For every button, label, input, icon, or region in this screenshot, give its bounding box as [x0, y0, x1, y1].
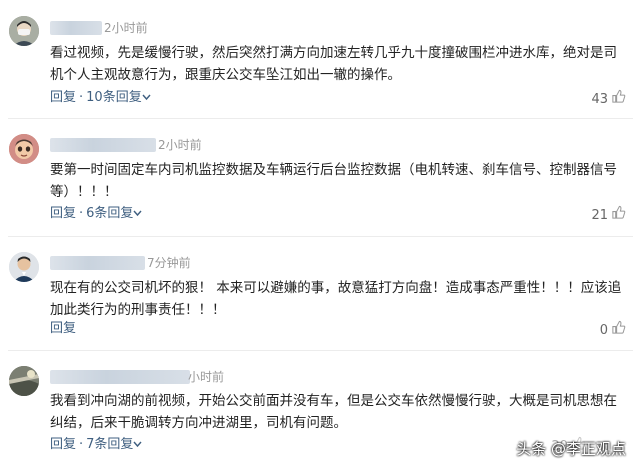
- divider: [8, 118, 633, 119]
- chevron-down-icon: [133, 205, 142, 223]
- username-blurred[interactable]: [50, 370, 190, 384]
- source-watermark: 头条 @李正观点: [516, 440, 626, 458]
- comment-text: 看过视频，先是缓慢行驶，然后突然打满方向加速左转几乎九十度撞破围栏冲进水库，绝对…: [50, 45, 617, 83]
- comment-time: 小时前: [188, 370, 225, 384]
- username-blurred[interactable]: [50, 21, 102, 35]
- avatar[interactable]: [9, 366, 39, 396]
- view-replies-button[interactable]: 6条回复: [86, 206, 142, 221]
- like-count: 43: [591, 91, 608, 107]
- chevron-down-icon: [142, 89, 151, 107]
- replies-label: 10条回复: [86, 90, 142, 105]
- comment-text: 要第一时间固定车内司机监控数据及车辆运行后台监控数据（电机转速、刹车信号、控制器…: [50, 162, 617, 200]
- comment-actions: 回复 · 6条回复: [50, 205, 142, 223]
- divider: [8, 236, 633, 237]
- comment-actions: 回复 · 10条回复: [50, 89, 151, 107]
- avatar[interactable]: [9, 134, 39, 164]
- comment-time: 2小时前: [158, 138, 202, 152]
- like-button[interactable]: 0: [600, 320, 626, 341]
- separator-dot: ·: [79, 437, 84, 452]
- view-replies-button[interactable]: 10条回复: [86, 90, 151, 105]
- comment-actions: 回复 · 7条回复: [50, 436, 142, 454]
- comment-actions: 回复: [50, 320, 76, 338]
- username-blurred[interactable]: [50, 138, 156, 152]
- view-replies-button[interactable]: 7条回复: [86, 437, 142, 452]
- comment-text: 现在有的公交司机坏的狠！ 本来可以避嫌的事，故意猛打方向盘！造成事态严重性！！！…: [50, 280, 622, 318]
- reply-button[interactable]: 回复: [50, 206, 76, 221]
- thumbs-up-icon: [611, 320, 626, 341]
- chevron-down-icon: [133, 436, 142, 454]
- like-count: 0: [599, 322, 608, 338]
- reply-button[interactable]: 回复: [50, 437, 76, 452]
- divider: [8, 350, 633, 351]
- comment-text: 我看到冲向湖的前视频，开始公交前面并没有车，但是公交车依然慢慢行驶，大概是司机思…: [50, 393, 617, 431]
- avatar[interactable]: [9, 252, 39, 282]
- like-count: 21: [591, 207, 608, 223]
- reply-button[interactable]: 回复: [50, 90, 76, 105]
- like-button[interactable]: 43: [591, 89, 626, 110]
- replies-label: 6条回复: [86, 206, 134, 221]
- thumbs-up-icon: [611, 89, 626, 110]
- username-blurred[interactable]: [50, 256, 145, 270]
- like-button[interactable]: 21: [591, 205, 626, 226]
- avatar[interactable]: [9, 16, 39, 46]
- separator-dot: ·: [79, 206, 84, 221]
- replies-label: 7条回复: [86, 437, 134, 452]
- comment-time: 2小时前: [104, 21, 148, 35]
- reply-button[interactable]: 回复: [50, 321, 76, 336]
- separator-dot: ·: [79, 90, 84, 105]
- thumbs-up-icon: [611, 205, 626, 226]
- comment-time: 7分钟前: [147, 256, 191, 270]
